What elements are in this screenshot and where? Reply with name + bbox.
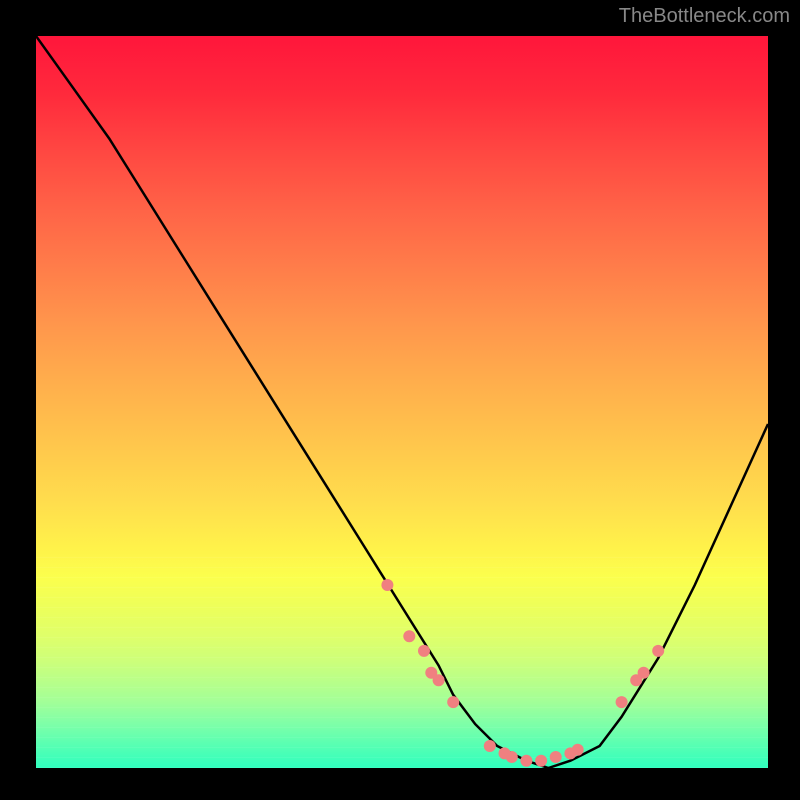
- scatter-point: [638, 667, 650, 679]
- scatter-point: [447, 696, 459, 708]
- scatter-point: [403, 630, 415, 642]
- chart-svg: [36, 36, 768, 768]
- scatter-points: [381, 579, 664, 767]
- scatter-point: [652, 645, 664, 657]
- scatter-point: [535, 755, 547, 767]
- scatter-point: [433, 674, 445, 686]
- scatter-point: [616, 696, 628, 708]
- chart-page: TheBottleneck.com: [0, 0, 800, 800]
- plot-area: [36, 36, 768, 768]
- scatter-point: [550, 751, 562, 763]
- scatter-point: [418, 645, 430, 657]
- watermark-text: TheBottleneck.com: [619, 5, 790, 28]
- bottleneck-curve: [36, 36, 768, 768]
- scatter-point: [484, 740, 496, 752]
- scatter-point: [381, 579, 393, 591]
- scatter-point: [572, 744, 584, 756]
- scatter-point: [520, 755, 532, 767]
- scatter-point: [506, 751, 518, 763]
